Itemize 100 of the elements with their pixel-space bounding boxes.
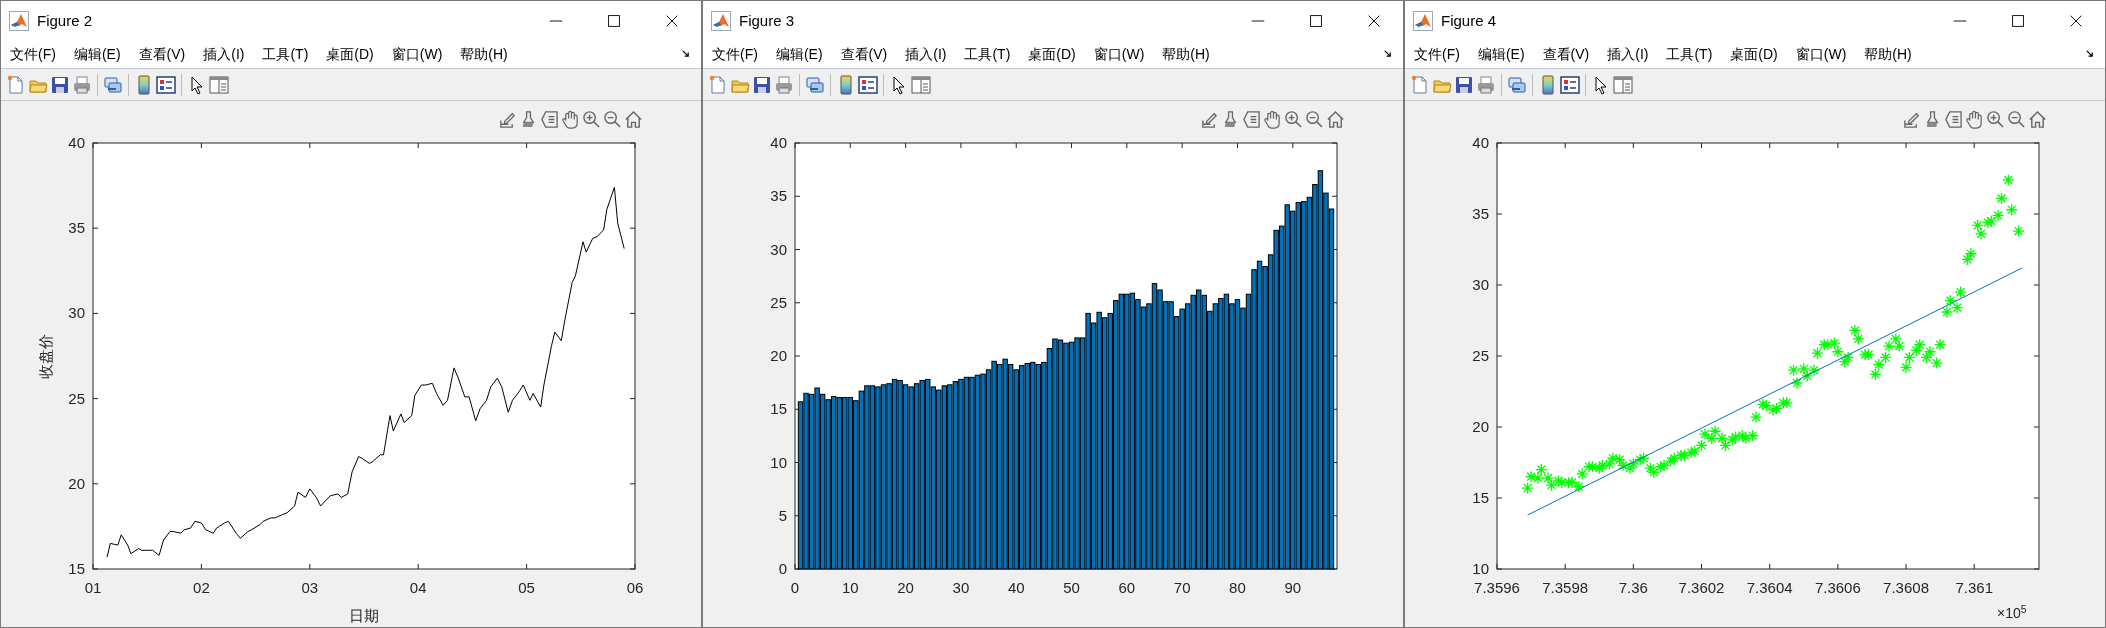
tick-label: 0 <box>778 560 787 577</box>
tick-label: 35 <box>1472 205 1489 222</box>
save-icon[interactable] <box>50 74 70 95</box>
save-icon[interactable] <box>752 74 772 95</box>
menu-item[interactable]: 帮助(H) <box>451 42 517 67</box>
zoom-in-icon[interactable] <box>1986 110 2005 129</box>
menu-item[interactable]: 查看(V) <box>129 42 195 67</box>
print-icon[interactable] <box>774 74 794 95</box>
menu-item[interactable]: 窗口(W) <box>382 42 452 67</box>
data-tip-icon[interactable] <box>540 110 559 129</box>
new-file-icon[interactable] <box>1410 74 1430 95</box>
tick-label: 90 <box>1284 579 1302 596</box>
window-title: Figure 2 <box>37 10 94 31</box>
menu-item[interactable]: 窗口(W) <box>1084 42 1154 67</box>
hand-icon[interactable] <box>561 110 580 129</box>
maximize-icon[interactable] <box>2009 12 2027 30</box>
tick-label: 10 <box>841 579 859 596</box>
tick-label: 25 <box>1472 347 1489 364</box>
tick-label: 60 <box>1118 579 1136 596</box>
tick-label: 10 <box>770 453 787 471</box>
maximize-icon[interactable] <box>605 12 623 30</box>
tick-label: 01 <box>84 579 102 596</box>
new-file-icon[interactable] <box>6 74 26 95</box>
home-icon[interactable] <box>1326 110 1345 129</box>
maximize-icon[interactable] <box>1307 12 1325 30</box>
tick-label: 50 <box>1063 579 1080 596</box>
home-icon[interactable] <box>2028 110 2047 129</box>
menu-item[interactable]: 桌面(D) <box>1019 42 1085 67</box>
data-tip-icon[interactable] <box>1242 110 1261 129</box>
tick-label: 05 <box>518 579 535 596</box>
tick-label: 40 <box>1472 134 1489 151</box>
tick-label: 7.361 <box>1955 579 1993 596</box>
home-icon[interactable] <box>624 110 643 129</box>
data-tip-icon[interactable] <box>1944 110 1963 129</box>
export-icon[interactable] <box>1200 110 1219 129</box>
tick-label: 7.3598 <box>1542 579 1589 596</box>
tick-label: 7.3602 <box>1678 579 1725 596</box>
tick-label: 06 <box>626 579 644 596</box>
menu-item[interactable]: 查看(V) <box>1533 42 1599 67</box>
zoom-out-icon[interactable] <box>2007 110 2026 129</box>
menu-item[interactable]: 窗口(W) <box>1786 42 1856 67</box>
tick-label: 35 <box>68 219 85 237</box>
new-file-icon[interactable] <box>708 74 728 95</box>
tick-label: 15 <box>770 400 787 418</box>
menu-item[interactable]: 插入(I) <box>1598 42 1658 67</box>
menu-item[interactable]: 查看(V) <box>831 42 897 67</box>
app-icon <box>711 11 731 31</box>
legend-icon[interactable] <box>1560 74 1580 95</box>
tick-label: 0 <box>790 579 800 596</box>
menu-item[interactable]: 插入(I) <box>194 42 254 67</box>
print-icon[interactable] <box>72 74 92 95</box>
tick-label: 25 <box>770 293 787 311</box>
tick-label: 10 <box>1472 560 1489 577</box>
menu-item[interactable]: 桌面(D) <box>317 42 383 67</box>
zoom-in-icon[interactable] <box>1284 110 1303 129</box>
save-icon[interactable] <box>1454 74 1474 95</box>
tick-label: 7.36 <box>1618 579 1648 596</box>
menu-item[interactable]: 编辑(E) <box>766 42 832 67</box>
menu-item[interactable]: 编辑(E) <box>64 42 130 67</box>
menu-item[interactable]: 工具(T) <box>955 42 1020 67</box>
zoom-in-icon[interactable] <box>582 110 601 129</box>
menu-item[interactable]: 文件(F) <box>703 42 767 67</box>
tick-label: 20 <box>68 474 85 492</box>
menu-item[interactable]: 插入(I) <box>896 42 956 67</box>
window-title: Figure 4 <box>1441 10 1498 31</box>
tick-label: 7.3596 <box>1474 579 1520 596</box>
menu-item[interactable]: 工具(T) <box>253 42 318 67</box>
tick-label: 20 <box>897 579 914 596</box>
tick-label: 02 <box>193 579 210 596</box>
menu-item[interactable]: 工具(T) <box>1657 42 1722 67</box>
menu-item[interactable]: 文件(F) <box>1405 42 1469 67</box>
hand-icon[interactable] <box>1965 110 1984 129</box>
menu-item[interactable]: 文件(F) <box>1 42 65 67</box>
link-icon[interactable] <box>805 74 825 95</box>
menu-item[interactable]: 桌面(D) <box>1721 42 1787 67</box>
menu-item[interactable]: 编辑(E) <box>1468 42 1534 67</box>
zoom-out-icon[interactable] <box>1305 110 1324 129</box>
axis-label: 收盘价 <box>37 333 54 379</box>
link-icon[interactable] <box>103 74 123 95</box>
legend-icon[interactable] <box>156 74 176 95</box>
window-title: Figure 3 <box>739 10 796 31</box>
tick-label: 7.3606 <box>1814 579 1861 596</box>
export-icon[interactable] <box>1902 110 1921 129</box>
legend-icon[interactable] <box>858 74 878 95</box>
tick-label: 70 <box>1173 579 1191 596</box>
zoom-out-icon[interactable] <box>603 110 622 129</box>
print-icon[interactable] <box>1476 74 1496 95</box>
tick-label: 20 <box>1472 418 1489 435</box>
tick-label: 7.3604 <box>1746 579 1793 596</box>
tick-label: 35 <box>770 187 787 205</box>
tick-label: 20 <box>770 347 787 364</box>
tick-label: 40 <box>770 134 787 151</box>
link-icon[interactable] <box>1507 74 1527 95</box>
menu-item[interactable]: 帮助(H) <box>1153 42 1219 67</box>
axis-label: 日期 <box>349 607 379 624</box>
export-icon[interactable] <box>498 110 517 129</box>
tick-label: 5 <box>778 506 787 524</box>
hand-icon[interactable] <box>1263 110 1282 129</box>
axis-multiplier: ×10$^{5}$ <box>1997 605 2027 621</box>
menu-item[interactable]: 帮助(H) <box>1855 42 1921 67</box>
